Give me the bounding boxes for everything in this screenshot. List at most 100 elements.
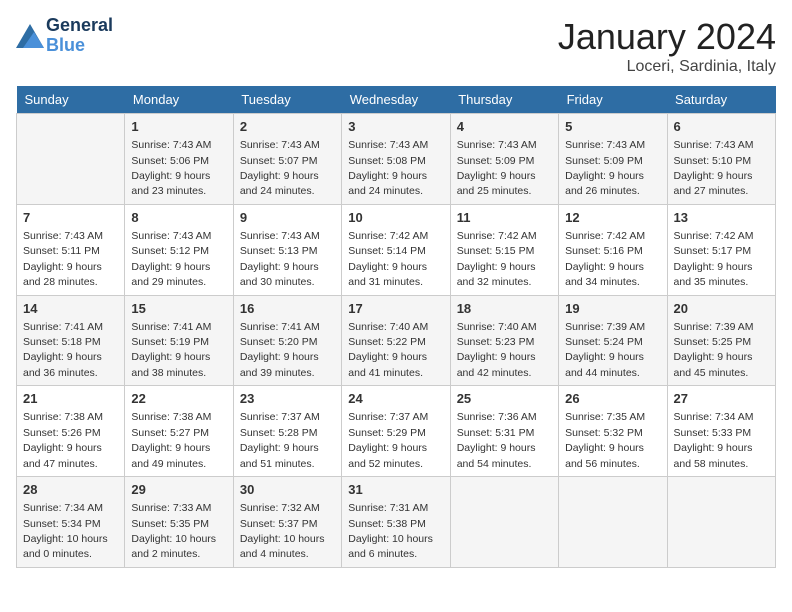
day-number: 16	[240, 300, 335, 318]
day-info: Sunrise: 7:42 AM Sunset: 5:17 PM Dayligh…	[674, 230, 754, 288]
calendar-cell: 1Sunrise: 7:43 AM Sunset: 5:06 PM Daylig…	[125, 114, 233, 205]
calendar-cell: 6Sunrise: 7:43 AM Sunset: 5:10 PM Daylig…	[667, 114, 775, 205]
calendar-week-row: 14 Sunrise: 7:41 AM Sunset: 5:18 PM Dayli…	[17, 295, 776, 386]
calendar-cell: 22 Sunrise: 7:38 AM Sunset: 5:27 PM Dayli…	[125, 386, 233, 477]
day-info: Sunrise: 7:37 AM Sunset: 5:29 PM Dayligh…	[348, 411, 428, 469]
calendar-cell	[17, 114, 125, 205]
calendar-cell: 10Sunrise: 7:42 AM Sunset: 5:14 PM Dayli…	[342, 204, 450, 295]
logo-icon	[16, 24, 44, 48]
weekday-header: Sunday	[17, 86, 125, 114]
day-number: 12	[565, 209, 660, 227]
day-info: Sunrise: 7:43 AM Sunset: 5:07 PM Dayligh…	[240, 139, 320, 197]
day-info: Sunrise: 7:43 AM Sunset: 5:09 PM Dayligh…	[565, 139, 645, 197]
calendar-cell: 28 Sunrise: 7:34 AM Sunset: 5:34 PM Dayli…	[17, 477, 125, 568]
calendar-cell: 29 Sunrise: 7:33 AM Sunset: 5:35 PM Dayli…	[125, 477, 233, 568]
calendar-week-row: 1Sunrise: 7:43 AM Sunset: 5:06 PM Daylig…	[17, 114, 776, 205]
day-info: Sunrise: 7:34 AM Sunset: 5:34 PM Dayligh…	[23, 502, 108, 560]
calendar-cell: 17Sunrise: 7:40 AM Sunset: 5:22 PM Dayli…	[342, 295, 450, 386]
day-number: 13	[674, 209, 769, 227]
day-info: Sunrise: 7:31 AM Sunset: 5:38 PM Dayligh…	[348, 502, 433, 560]
day-number: 8	[131, 209, 226, 227]
day-info: Sunrise: 7:35 AM Sunset: 5:32 PM Dayligh…	[565, 411, 645, 469]
day-number: 5	[565, 118, 660, 136]
weekday-header: Monday	[125, 86, 233, 114]
calendar-cell: 7 Sunrise: 7:43 AM Sunset: 5:11 PM Daylig…	[17, 204, 125, 295]
weekday-header: Friday	[559, 86, 667, 114]
calendar-week-row: 7 Sunrise: 7:43 AM Sunset: 5:11 PM Daylig…	[17, 204, 776, 295]
location-title: Loceri, Sardinia, Italy	[558, 58, 776, 76]
day-info: Sunrise: 7:43 AM Sunset: 5:13 PM Dayligh…	[240, 230, 320, 288]
weekday-header: Tuesday	[233, 86, 341, 114]
day-number: 20	[674, 300, 769, 318]
calendar-cell: 20Sunrise: 7:39 AM Sunset: 5:25 PM Dayli…	[667, 295, 775, 386]
calendar-cell: 25Sunrise: 7:36 AM Sunset: 5:31 PM Dayli…	[450, 386, 558, 477]
day-number: 22	[131, 390, 226, 408]
day-info: Sunrise: 7:38 AM Sunset: 5:26 PM Dayligh…	[23, 411, 103, 469]
calendar-cell: 15 Sunrise: 7:41 AM Sunset: 5:19 PM Dayli…	[125, 295, 233, 386]
calendar-cell: 14 Sunrise: 7:41 AM Sunset: 5:18 PM Dayli…	[17, 295, 125, 386]
day-info: Sunrise: 7:42 AM Sunset: 5:15 PM Dayligh…	[457, 230, 537, 288]
day-info: Sunrise: 7:41 AM Sunset: 5:18 PM Dayligh…	[23, 321, 103, 379]
calendar-cell: 31Sunrise: 7:31 AM Sunset: 5:38 PM Dayli…	[342, 477, 450, 568]
day-number: 10	[348, 209, 443, 227]
day-number: 18	[457, 300, 552, 318]
page-header: General Blue January 2024 Loceri, Sardin…	[16, 16, 776, 76]
calendar-cell: 3 Sunrise: 7:43 AM Sunset: 5:08 PM Daylig…	[342, 114, 450, 205]
calendar-cell: 27Sunrise: 7:34 AM Sunset: 5:33 PM Dayli…	[667, 386, 775, 477]
calendar-cell: 18 Sunrise: 7:40 AM Sunset: 5:23 PM Dayli…	[450, 295, 558, 386]
day-info: Sunrise: 7:41 AM Sunset: 5:19 PM Dayligh…	[131, 321, 211, 379]
day-info: Sunrise: 7:43 AM Sunset: 5:09 PM Dayligh…	[457, 139, 537, 197]
day-number: 15	[131, 300, 226, 318]
day-number: 7	[23, 209, 118, 227]
calendar-cell: 2 Sunrise: 7:43 AM Sunset: 5:07 PM Daylig…	[233, 114, 341, 205]
calendar-cell: 9 Sunrise: 7:43 AM Sunset: 5:13 PM Daylig…	[233, 204, 341, 295]
day-info: Sunrise: 7:32 AM Sunset: 5:37 PM Dayligh…	[240, 502, 325, 560]
month-title: January 2024	[558, 16, 776, 58]
title-block: January 2024 Loceri, Sardinia, Italy	[558, 16, 776, 76]
calendar-cell: 21 Sunrise: 7:38 AM Sunset: 5:26 PM Dayli…	[17, 386, 125, 477]
logo: General Blue	[16, 16, 113, 56]
calendar-cell: 11 Sunrise: 7:42 AM Sunset: 5:15 PM Dayli…	[450, 204, 558, 295]
day-info: Sunrise: 7:43 AM Sunset: 5:12 PM Dayligh…	[131, 230, 211, 288]
day-number: 11	[457, 209, 552, 227]
day-info: Sunrise: 7:40 AM Sunset: 5:23 PM Dayligh…	[457, 321, 537, 379]
day-info: Sunrise: 7:33 AM Sunset: 5:35 PM Dayligh…	[131, 502, 216, 560]
day-info: Sunrise: 7:37 AM Sunset: 5:28 PM Dayligh…	[240, 411, 320, 469]
day-info: Sunrise: 7:43 AM Sunset: 5:08 PM Dayligh…	[348, 139, 428, 197]
day-number: 4	[457, 118, 552, 136]
day-info: Sunrise: 7:38 AM Sunset: 5:27 PM Dayligh…	[131, 411, 211, 469]
calendar-cell	[450, 477, 558, 568]
calendar-cell: 5 Sunrise: 7:43 AM Sunset: 5:09 PM Daylig…	[559, 114, 667, 205]
day-number: 3	[348, 118, 443, 136]
day-info: Sunrise: 7:42 AM Sunset: 5:16 PM Dayligh…	[565, 230, 645, 288]
calendar-cell	[667, 477, 775, 568]
day-info: Sunrise: 7:43 AM Sunset: 5:11 PM Dayligh…	[23, 230, 103, 288]
calendar-cell: 8 Sunrise: 7:43 AM Sunset: 5:12 PM Daylig…	[125, 204, 233, 295]
day-number: 19	[565, 300, 660, 318]
calendar-table: SundayMondayTuesdayWednesdayThursdayFrid…	[16, 86, 776, 568]
calendar-cell: 24 Sunrise: 7:37 AM Sunset: 5:29 PM Dayli…	[342, 386, 450, 477]
day-number: 14	[23, 300, 118, 318]
logo-text: General Blue	[46, 16, 113, 56]
calendar-cell: 26Sunrise: 7:35 AM Sunset: 5:32 PM Dayli…	[559, 386, 667, 477]
day-number: 28	[23, 481, 118, 499]
day-number: 21	[23, 390, 118, 408]
day-number: 27	[674, 390, 769, 408]
day-info: Sunrise: 7:43 AM Sunset: 5:10 PM Dayligh…	[674, 139, 754, 197]
day-number: 29	[131, 481, 226, 499]
calendar-cell: 30 Sunrise: 7:32 AM Sunset: 5:37 PM Dayli…	[233, 477, 341, 568]
day-number: 24	[348, 390, 443, 408]
day-info: Sunrise: 7:36 AM Sunset: 5:31 PM Dayligh…	[457, 411, 537, 469]
weekday-header: Wednesday	[342, 86, 450, 114]
day-number: 30	[240, 481, 335, 499]
day-number: 2	[240, 118, 335, 136]
day-info: Sunrise: 7:39 AM Sunset: 5:24 PM Dayligh…	[565, 321, 645, 379]
calendar-cell: 4 Sunrise: 7:43 AM Sunset: 5:09 PM Daylig…	[450, 114, 558, 205]
day-number: 9	[240, 209, 335, 227]
day-info: Sunrise: 7:41 AM Sunset: 5:20 PM Dayligh…	[240, 321, 320, 379]
calendar-cell: 16 Sunrise: 7:41 AM Sunset: 5:20 PM Dayli…	[233, 295, 341, 386]
calendar-week-row: 28 Sunrise: 7:34 AM Sunset: 5:34 PM Dayli…	[17, 477, 776, 568]
calendar-cell: 13 Sunrise: 7:42 AM Sunset: 5:17 PM Dayli…	[667, 204, 775, 295]
day-number: 23	[240, 390, 335, 408]
calendar-week-row: 21 Sunrise: 7:38 AM Sunset: 5:26 PM Dayli…	[17, 386, 776, 477]
